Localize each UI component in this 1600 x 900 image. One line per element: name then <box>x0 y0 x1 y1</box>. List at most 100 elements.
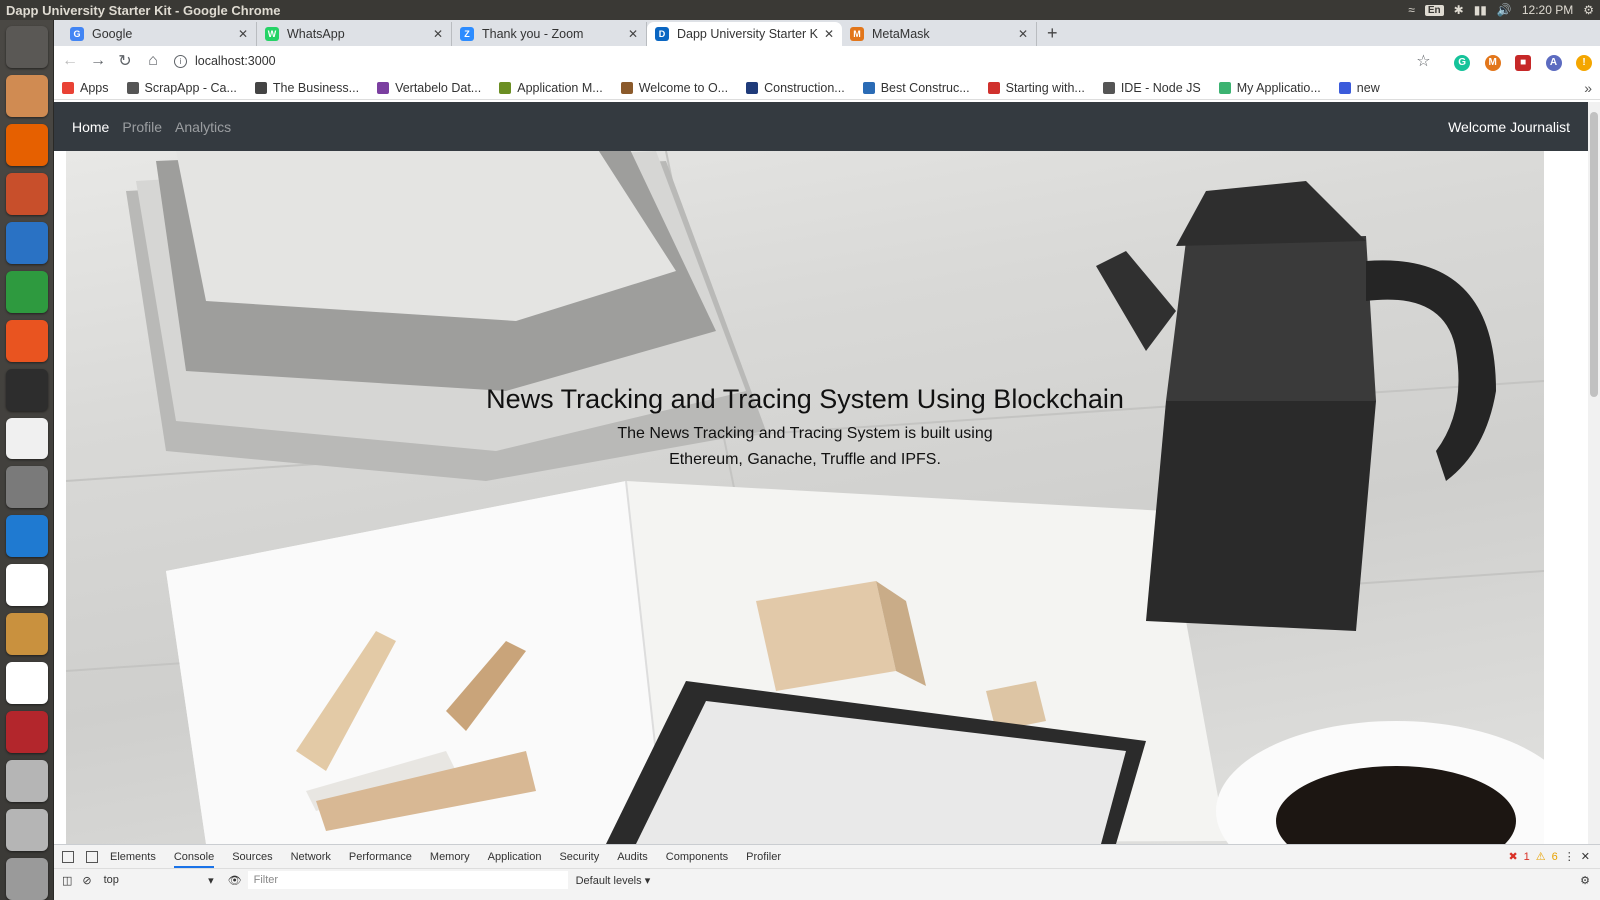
tab-close-icon[interactable]: ✕ <box>238 27 248 41</box>
bookmark-label: Apps <box>80 80 109 95</box>
calc-icon[interactable] <box>5 270 48 313</box>
bluetooth-icon[interactable]: ✱ <box>1454 3 1464 17</box>
reload-icon[interactable]: ↻ <box>118 51 132 71</box>
browser-tab[interactable]: W WhatsApp ✕ <box>257 22 452 46</box>
tab-close-icon[interactable]: ✕ <box>824 27 834 41</box>
keyboard-layout-indicator[interactable]: En <box>1424 4 1444 16</box>
browser-tab[interactable]: G Google ✕ <box>62 22 257 46</box>
software-center-icon[interactable] <box>5 319 48 362</box>
bookmark-label: Starting with... <box>1005 80 1085 95</box>
devtools-status[interactable]: ✖ 1 ⚠ 6 ⋮ ✕ <box>1508 850 1590 864</box>
bookmark-item[interactable]: Construction... <box>746 81 845 95</box>
devtools-tab-network[interactable]: Network <box>291 851 331 863</box>
grammarly-extension-icon[interactable]: G <box>1454 54 1471 71</box>
bookmark-label: new <box>1356 80 1380 95</box>
bookmark-item[interactable]: Apps <box>62 81 109 95</box>
tab-close-icon[interactable]: ✕ <box>433 27 443 41</box>
bookmark-item[interactable]: new <box>1338 80 1380 95</box>
bookmark-star-icon[interactable]: ☆ <box>1416 51 1430 71</box>
bookmark-item[interactable]: IDE - Node JS <box>1102 80 1201 95</box>
files-icon[interactable] <box>5 74 48 117</box>
hero-banner: News Tracking and Tracing System Using B… <box>66 151 1544 844</box>
trash-icon[interactable] <box>5 857 48 900</box>
volume-icon[interactable]: 🔊 <box>1497 3 1512 17</box>
devtools-tab-profiler[interactable]: Profiler <box>746 851 781 863</box>
metamask-extension-icon[interactable]: M <box>1484 54 1501 71</box>
nav-link-home[interactable]: Home <box>72 119 109 135</box>
clock[interactable]: 12:20 PM <box>1522 3 1573 17</box>
package-icon[interactable] <box>5 613 48 656</box>
extension-icon[interactable]: ■ <box>1515 54 1532 71</box>
bookmark-item[interactable]: The Business... <box>254 81 359 95</box>
bookmark-item[interactable]: ScrapApp - Ca... <box>126 80 237 95</box>
terminal-icon[interactable] <box>5 368 48 411</box>
vscode-icon[interactable] <box>5 515 48 558</box>
log-levels-label: Default levels <box>575 874 642 887</box>
amazon-icon[interactable] <box>5 417 48 460</box>
devtools-tab-application[interactable]: Application <box>488 851 542 863</box>
devtools-tab-elements[interactable]: Elements <box>110 851 156 863</box>
bookmark-item[interactable]: Vertabelo Dat... <box>377 81 481 95</box>
address-bar[interactable]: i localhost:3000 <box>174 49 1402 73</box>
bookmark-item[interactable]: My Applicatio... <box>1218 81 1321 95</box>
nav-link-profile[interactable]: Profile <box>122 119 162 135</box>
bookmark-label: ScrapApp - Ca... <box>144 80 237 95</box>
system-gear-icon[interactable]: ⚙ <box>1583 3 1594 17</box>
tab-close-icon[interactable]: ✕ <box>628 27 638 41</box>
bookmark-item[interactable]: Application M... <box>499 81 603 95</box>
tab-title: Thank you - Zoom <box>482 27 584 41</box>
bookmarks-overflow-icon[interactable]: » <box>1584 80 1592 96</box>
forward-icon[interactable]: → <box>90 52 106 70</box>
nav-link-analytics[interactable]: Analytics <box>175 119 231 135</box>
chrome-icon-2[interactable] <box>5 662 48 705</box>
devtools-menu-icon[interactable]: ⋮ <box>1564 850 1575 863</box>
chrome-icon[interactable] <box>5 564 48 607</box>
drive-icon-2[interactable] <box>5 809 48 851</box>
browser-tab[interactable]: D Dapp University Starter K ✕ <box>647 22 842 46</box>
site-info-icon[interactable]: i <box>174 54 187 68</box>
bookmark-favicon-icon <box>62 81 74 94</box>
context-selector[interactable]: top ▾ <box>104 874 214 887</box>
impress-icon[interactable] <box>5 172 48 215</box>
writer-icon[interactable] <box>5 221 48 264</box>
settings-icon[interactable] <box>5 466 48 509</box>
scrollbar-thumb[interactable] <box>1590 112 1598 397</box>
sidebar-toggle-icon[interactable]: ◫ <box>62 874 72 887</box>
devtools-tab-components[interactable]: Components <box>666 851 728 863</box>
live-expression-icon[interactable]: 👁 <box>228 874 242 887</box>
device-toolbar-icon[interactable] <box>86 850 98 863</box>
sd-card-icon[interactable] <box>5 711 48 754</box>
devtools-tab-audits[interactable]: Audits <box>617 851 648 863</box>
bookmark-item[interactable]: Starting with... <box>987 80 1085 95</box>
drive-icon[interactable] <box>5 760 48 802</box>
devtools-close-icon[interactable]: ✕ <box>1581 850 1590 863</box>
bookmark-item[interactable]: Best Construc... <box>862 81 970 95</box>
home-icon[interactable]: ⌂ <box>146 52 160 70</box>
profile-avatar[interactable]: A <box>1545 54 1562 71</box>
bookmark-label: IDE - Node JS <box>1120 80 1201 95</box>
wifi-icon[interactable]: ≈ <box>1408 3 1415 17</box>
update-icon[interactable]: ! <box>1576 54 1592 71</box>
new-tab-icon[interactable]: + <box>1047 23 1058 44</box>
bookmark-favicon-icon <box>746 81 759 94</box>
bookmark-item[interactable]: Welcome to O... <box>620 81 728 95</box>
browser-tab[interactable]: M MetaMask ✕ <box>842 22 1037 46</box>
tab-close-icon[interactable]: ✕ <box>1018 27 1028 41</box>
inspect-element-icon[interactable] <box>62 850 74 863</box>
battery-icon[interactable]: ▮▮ <box>1474 3 1487 17</box>
ubuntu-dash-icon[interactable] <box>5 26 48 68</box>
firefox-icon[interactable] <box>5 123 48 166</box>
devtools-tab-security[interactable]: Security <box>559 851 599 863</box>
devtools-tab-performance[interactable]: Performance <box>349 851 412 863</box>
log-levels-dropdown[interactable]: Default levels ▾ <box>576 874 651 887</box>
back-icon[interactable]: ← <box>62 52 78 70</box>
bookmark-favicon-icon <box>987 81 1000 94</box>
devtools-tab-sources[interactable]: Sources <box>232 851 272 863</box>
page-scrollbar[interactable] <box>1588 102 1600 844</box>
console-filter-input[interactable]: Filter <box>247 871 568 889</box>
browser-tab[interactable]: Z Thank you - Zoom ✕ <box>452 22 647 46</box>
devtools-tab-console[interactable]: Console <box>173 851 215 868</box>
console-settings-icon[interactable]: ⚙ <box>1580 874 1590 887</box>
clear-console-icon[interactable]: ⊘ <box>82 874 91 887</box>
devtools-tab-memory[interactable]: Memory <box>430 851 470 863</box>
